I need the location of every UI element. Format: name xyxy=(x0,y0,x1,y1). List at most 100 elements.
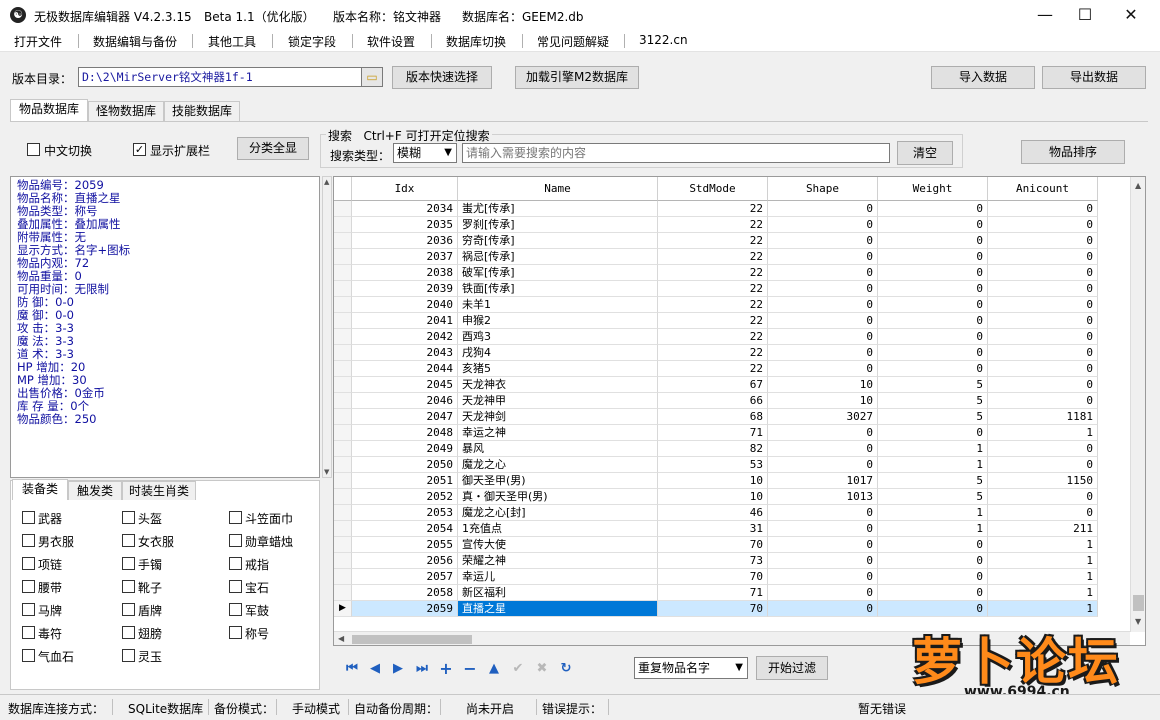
grid-cell-stdmode[interactable]: 73 xyxy=(658,553,768,569)
grid-cell-name[interactable]: 暴风 xyxy=(458,441,658,457)
grid-cell-idx[interactable]: 2036 xyxy=(352,233,458,249)
grid-cell-stdmode[interactable]: 22 xyxy=(658,265,768,281)
grid-cell-anicount[interactable]: 0 xyxy=(988,457,1098,473)
grid-cell-idx[interactable]: 2051 xyxy=(352,473,458,489)
grid-cell-weight[interactable]: 5 xyxy=(878,377,988,393)
grid-cell-stdmode[interactable]: 31 xyxy=(658,521,768,537)
quick-select-button[interactable]: 版本快速选择 xyxy=(392,66,492,89)
grid-cell-stdmode[interactable]: 67 xyxy=(658,377,768,393)
grid-header-weight[interactable]: Weight xyxy=(878,177,988,201)
grid-cell-stdmode[interactable]: 53 xyxy=(658,457,768,473)
grid-vscrollbar[interactable]: ▲ ▼ xyxy=(1130,177,1145,632)
table-row[interactable]: 2054 1充值点 31 0 1 211 xyxy=(334,521,1130,537)
grid-cell-name[interactable]: 罗刹[传承] xyxy=(458,217,658,233)
grid-cell-weight[interactable]: 0 xyxy=(878,585,988,601)
grid-cell-idx[interactable]: 2034 xyxy=(352,201,458,217)
table-row[interactable]: 2047 天龙神剑 68 3027 5 1181 xyxy=(334,409,1130,425)
grid-cell-name[interactable]: 祸忌[传承] xyxy=(458,249,658,265)
cancel-record-icon[interactable]: ✖ xyxy=(533,660,551,678)
grid-cell-idx[interactable]: 2055 xyxy=(352,537,458,553)
grid-cell-stdmode[interactable]: 10 xyxy=(658,473,768,489)
close-icon[interactable]: ✕ xyxy=(1108,0,1154,30)
grid-cell-idx[interactable]: 2039 xyxy=(352,281,458,297)
category-checkbox[interactable] xyxy=(22,534,35,547)
grid-cell-shape[interactable]: 0 xyxy=(768,217,878,233)
last-record-icon[interactable]: ⏭ xyxy=(413,660,431,678)
grid-cell-weight[interactable]: 0 xyxy=(878,297,988,313)
grid-cell-idx[interactable]: 2049 xyxy=(352,441,458,457)
table-row[interactable]: 2041 申猴2 22 0 0 0 xyxy=(334,313,1130,329)
grid-cell-weight[interactable]: 0 xyxy=(878,601,988,617)
table-row[interactable]: 2056 荣耀之神 73 0 0 1 xyxy=(334,553,1130,569)
grid-cell-shape[interactable]: 0 xyxy=(768,361,878,377)
grid-cell-idx[interactable]: 2052 xyxy=(352,489,458,505)
grid-cell-shape[interactable]: 0 xyxy=(768,553,878,569)
grid-cell-name[interactable]: 直播之星 xyxy=(458,601,658,617)
category-checkbox[interactable] xyxy=(229,534,242,547)
grid-cell-stdmode[interactable]: 22 xyxy=(658,345,768,361)
grid-cell-name[interactable]: 魔龙之心 xyxy=(458,457,658,473)
grid-cell-weight[interactable]: 0 xyxy=(878,553,988,569)
table-row[interactable]: 2053 魔龙之心[封] 46 0 1 0 xyxy=(334,505,1130,521)
grid-cell-anicount[interactable]: 0 xyxy=(988,201,1098,217)
grid-cell-weight[interactable]: 0 xyxy=(878,361,988,377)
grid-cell-weight[interactable]: 0 xyxy=(878,313,988,329)
dir-input[interactable]: D:\2\MirServer铭文神器1f-1 xyxy=(78,67,362,87)
first-record-icon[interactable]: ⏮ xyxy=(343,660,361,678)
category-checkbox[interactable] xyxy=(122,557,135,570)
grid-cell-weight[interactable]: 1 xyxy=(878,505,988,521)
grid-cell-anicount[interactable]: 0 xyxy=(988,313,1098,329)
grid-cell-stdmode[interactable]: 22 xyxy=(658,281,768,297)
post-record-icon[interactable]: ✔ xyxy=(509,660,527,678)
grid-cell-weight[interactable]: 5 xyxy=(878,489,988,505)
show-all-button[interactable]: 分类全显 xyxy=(237,137,309,160)
grid-cell-weight[interactable]: 5 xyxy=(878,393,988,409)
maximize-icon[interactable]: ☐ xyxy=(1062,0,1108,30)
delete-record-icon[interactable]: − xyxy=(461,660,479,678)
show-ext-checkbox[interactable]: ✓ xyxy=(133,143,146,156)
table-row[interactable]: 2034 蚩尤[传承] 22 0 0 0 xyxy=(334,201,1130,217)
grid-cell-stdmode[interactable]: 46 xyxy=(658,505,768,521)
category-tab-trigger[interactable]: 触发类 xyxy=(68,481,122,500)
menu-data-edit[interactable]: 数据编辑与备份 xyxy=(93,33,177,50)
add-record-icon[interactable]: + xyxy=(437,660,455,678)
grid-cell-idx[interactable]: 2037 xyxy=(352,249,458,265)
grid-cell-idx[interactable]: 2046 xyxy=(352,393,458,409)
grid-cell-name[interactable]: 幸运之神 xyxy=(458,425,658,441)
table-row[interactable]: 2058 新区福利 71 0 0 1 xyxy=(334,585,1130,601)
grid-cell-anicount[interactable]: 1 xyxy=(988,569,1098,585)
category-checkbox[interactable] xyxy=(22,580,35,593)
grid-cell-stdmode[interactable]: 10 xyxy=(658,489,768,505)
grid-cell-anicount[interactable]: 0 xyxy=(988,249,1098,265)
category-checkbox[interactable] xyxy=(122,649,135,662)
category-checkbox[interactable] xyxy=(22,557,35,570)
grid-cell-stdmode[interactable]: 22 xyxy=(658,297,768,313)
grid-cell-weight[interactable]: 0 xyxy=(878,217,988,233)
grid-cell-shape[interactable]: 10 xyxy=(768,377,878,393)
menu-db-switch[interactable]: 数据库切换 xyxy=(446,33,506,50)
grid-cell-anicount[interactable]: 0 xyxy=(988,281,1098,297)
grid-cell-stdmode[interactable]: 66 xyxy=(658,393,768,409)
grid-cell-name[interactable]: 天龙神剑 xyxy=(458,409,658,425)
filter-select[interactable]: 重复物品名字 ▼ xyxy=(634,657,748,679)
clear-button[interactable]: 清空 xyxy=(897,141,953,165)
category-checkbox[interactable] xyxy=(122,580,135,593)
category-checkbox[interactable] xyxy=(229,603,242,616)
grid-cell-name[interactable]: 真・御天圣甲(男) xyxy=(458,489,658,505)
grid-cell-anicount[interactable]: 0 xyxy=(988,441,1098,457)
grid-cell-stdmode[interactable]: 70 xyxy=(658,601,768,617)
grid-cell-weight[interactable]: 0 xyxy=(878,329,988,345)
search-input[interactable]: 请输入需要搜索的内容 xyxy=(462,143,890,163)
info-scrollbar[interactable]: ▲ ▼ xyxy=(322,176,332,478)
grid-cell-weight[interactable]: 0 xyxy=(878,281,988,297)
category-checkbox[interactable] xyxy=(229,626,242,639)
table-row[interactable]: 2038 破军[传承] 22 0 0 0 xyxy=(334,265,1130,281)
menu-settings[interactable]: 软件设置 xyxy=(367,33,415,50)
tab-items[interactable]: 物品数据库 xyxy=(10,99,88,121)
grid-cell-idx[interactable]: 2035 xyxy=(352,217,458,233)
grid-cell-stdmode[interactable]: 82 xyxy=(658,441,768,457)
grid-cell-stdmode[interactable]: 71 xyxy=(658,585,768,601)
grid-cell-shape[interactable]: 0 xyxy=(768,329,878,345)
grid-cell-stdmode[interactable]: 71 xyxy=(658,425,768,441)
grid-cell-anicount[interactable]: 1150 xyxy=(988,473,1098,489)
